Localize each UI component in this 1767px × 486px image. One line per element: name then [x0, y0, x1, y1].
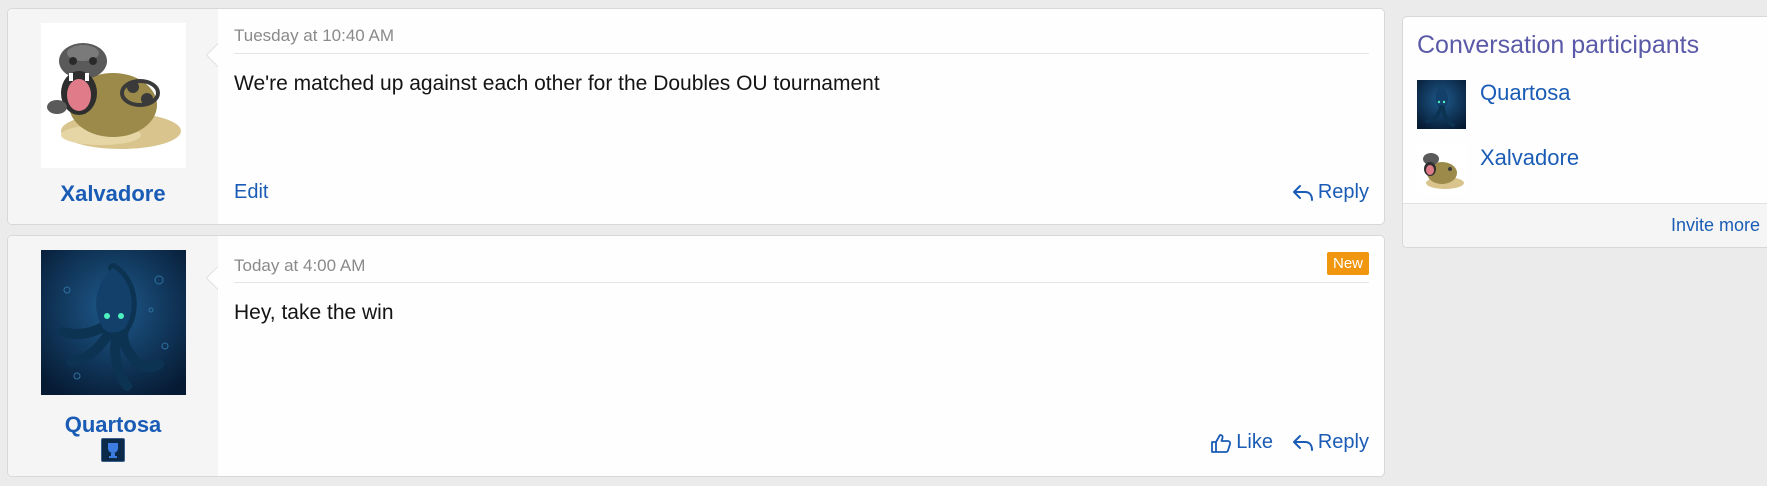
conversation-participants-panel: Conversation participants Quartosa Xalva…: [1402, 16, 1767, 248]
reply-icon: [1292, 433, 1314, 453]
message-timestamp[interactable]: Tuesday at 10:40 AM: [234, 26, 394, 46]
thumbs-up-icon: [1210, 433, 1232, 453]
edit-button[interactable]: Edit: [234, 181, 268, 204]
participant-name[interactable]: Quartosa: [1480, 80, 1571, 106]
message-content: Today at 4:00 AM New Hey, take the win L…: [234, 236, 1369, 476]
speech-arrow: [206, 43, 218, 67]
message-post: Xalvadore Tuesday at 10:40 AM We're matc…: [7, 8, 1385, 225]
like-label: Like: [1236, 431, 1273, 453]
avatar[interactable]: [41, 250, 186, 395]
message-post: Quartosa Today at 4:00 AM New Hey, take …: [7, 235, 1385, 477]
reply-label: Reply: [1317, 431, 1369, 453]
sidebar-title: Conversation participants: [1417, 31, 1700, 59]
reply-button[interactable]: Reply: [1292, 181, 1369, 204]
message-content: Tuesday at 10:40 AM We're matched up aga…: [234, 9, 1369, 224]
reply-label: Reply: [1317, 181, 1369, 203]
message-user-info: Quartosa: [8, 236, 218, 476]
invite-more-link[interactable]: Invite more: [1671, 215, 1760, 236]
username[interactable]: Quartosa: [8, 412, 218, 438]
message-timestamp[interactable]: Today at 4:00 AM: [234, 256, 365, 276]
like-button[interactable]: Like: [1210, 431, 1273, 454]
participant-name[interactable]: Xalvadore: [1480, 145, 1579, 171]
avatar[interactable]: [1417, 145, 1466, 194]
message-user-info: Xalvadore: [8, 9, 218, 224]
message-text: Hey, take the win: [234, 301, 394, 324]
reply-icon: [1292, 183, 1314, 203]
reply-button[interactable]: Reply: [1292, 431, 1369, 454]
sidebar-footer: Invite more: [1403, 203, 1767, 247]
divider: [234, 53, 1369, 54]
avatar[interactable]: [1417, 80, 1466, 129]
trophy-icon: [101, 438, 125, 462]
edit-label: Edit: [234, 181, 269, 203]
speech-arrow: [206, 266, 218, 290]
username[interactable]: Xalvadore: [8, 181, 218, 207]
new-badge: New: [1326, 252, 1369, 275]
divider: [234, 282, 1369, 283]
message-text: We're matched up against each other for …: [234, 72, 880, 95]
avatar[interactable]: [41, 23, 186, 168]
